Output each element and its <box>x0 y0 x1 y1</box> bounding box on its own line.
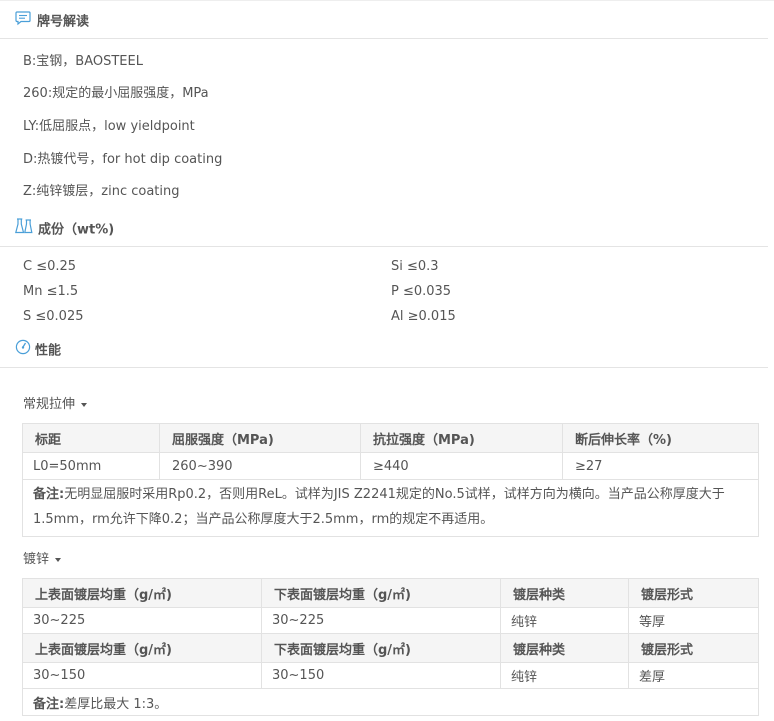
galvanize-note: 备注:差厚比最大 1:3。 <box>22 688 759 716</box>
note-text: 差厚比最大 1:3。 <box>64 696 168 712</box>
note-label: 备注: <box>33 696 65 712</box>
section-title-properties: 性能 <box>35 343 62 359</box>
composition-item: P ≤0.035 <box>391 284 452 299</box>
table-cell: 差厚 <box>628 662 759 689</box>
flask-icon <box>15 218 33 238</box>
grade-line-z: Z:纯锌镀层，zinc coating <box>23 184 180 199</box>
table-row: 30~225 30~225 纯锌 等厚 <box>22 607 759 634</box>
table-header-cell: 屈服强度（MPa) <box>159 423 361 453</box>
comment-icon <box>15 11 31 30</box>
table-cell: 纯锌 <box>500 607 629 634</box>
table-header-cell: 上表面镀层均重（g/㎡) <box>22 633 262 663</box>
top-divider <box>0 0 774 1</box>
grade-line-d: D:热镀代号，for hot dip coating <box>23 152 223 167</box>
composition-item: C ≤0.25 <box>23 259 77 274</box>
galvanize-dropdown[interactable]: 镀锌 <box>23 548 62 567</box>
section-title-grade: 牌号解读 <box>37 14 90 30</box>
table-cell: ≥27 <box>562 452 759 480</box>
composition-item: Al ≥0.015 <box>391 309 456 324</box>
table-cell: 等厚 <box>628 607 759 634</box>
gauge-icon <box>15 339 31 359</box>
tensile-table: 标距 屈服强度（MPa) 抗拉强度（MPa) 断后伸长率（%) L0=50mm … <box>22 423 759 537</box>
galvanize-dropdown-label: 镀锌 <box>23 552 50 567</box>
grade-line-260: 260:规定的最小屈服强度，MPa <box>23 86 209 101</box>
table-header-cell: 标距 <box>22 423 160 453</box>
table-row: 30~150 30~150 纯锌 差厚 <box>22 662 759 689</box>
note-text: 无明显屈服时采用Rp0.2，否则用ReL。试样为JIS Z2241规定的No.5… <box>33 487 725 527</box>
table-cell: 30~225 <box>22 607 262 634</box>
table-header-row: 上表面镀层均重（g/㎡) 下表面镀层均重（g/㎡) 镀层种类 镀层形式 <box>22 633 759 663</box>
galvanize-table: 上表面镀层均重（g/㎡) 下表面镀层均重（g/㎡) 镀层种类 镀层形式 30~2… <box>22 578 759 716</box>
table-header-cell: 下表面镀层均重（g/㎡) <box>261 633 501 663</box>
table-note-row: 备注:差厚比最大 1:3。 <box>22 688 759 716</box>
grade-line-b: B:宝钢，BAOSTEEL <box>23 54 143 69</box>
table-header-cell: 镀层形式 <box>628 578 759 608</box>
table-header-cell: 镀层形式 <box>628 633 759 663</box>
note-label: 备注: <box>33 487 65 502</box>
table-header-cell: 镀层种类 <box>500 578 629 608</box>
table-header-cell: 断后伸长率（%) <box>562 423 759 453</box>
table-note-row: 备注:无明显屈服时采用Rp0.2，否则用ReL。试样为JIS Z2241规定的N… <box>22 479 759 537</box>
caret-down-icon <box>55 557 62 562</box>
table-header-row: 标距 屈服强度（MPa) 抗拉强度（MPa) 断后伸长率（%) <box>22 423 759 453</box>
composition-item: Si ≤0.3 <box>391 259 439 274</box>
table-cell: 纯锌 <box>500 662 629 689</box>
table-header-cell: 下表面镀层均重（g/㎡) <box>261 578 501 608</box>
table-cell: ≥440 <box>360 452 563 480</box>
composition-item: Mn ≤1.5 <box>23 284 79 299</box>
table-cell: 30~150 <box>22 662 262 689</box>
tensile-dropdown-label: 常规拉伸 <box>23 397 76 412</box>
table-header-cell: 抗拉强度（MPa) <box>360 423 563 453</box>
section-title-composition: 成份（wt%) <box>38 222 115 238</box>
properties-section-header: 性能 <box>0 331 768 368</box>
table-row: L0=50mm 260~390 ≥440 ≥27 <box>22 452 759 480</box>
table-header-cell: 镀层种类 <box>500 633 629 663</box>
tensile-dropdown[interactable]: 常规拉伸 <box>23 393 88 412</box>
grade-section-header: 牌号解读 <box>0 2 768 39</box>
table-cell: 30~150 <box>261 662 501 689</box>
caret-down-icon <box>81 402 88 407</box>
table-header-cell: 上表面镀层均重（g/㎡) <box>22 578 262 608</box>
composition-item: S ≤0.025 <box>23 309 84 324</box>
composition-section-header: 成份（wt%) <box>0 210 768 247</box>
table-cell: 260~390 <box>159 452 361 480</box>
tensile-note: 备注:无明显屈服时采用Rp0.2，否则用ReL。试样为JIS Z2241规定的N… <box>22 479 759 537</box>
table-cell: 30~225 <box>261 607 501 634</box>
table-header-row: 上表面镀层均重（g/㎡) 下表面镀层均重（g/㎡) 镀层种类 镀层形式 <box>22 578 759 608</box>
table-cell: L0=50mm <box>22 452 160 480</box>
grade-line-ly: LY:低屈服点，low yieldpoint <box>23 119 195 134</box>
